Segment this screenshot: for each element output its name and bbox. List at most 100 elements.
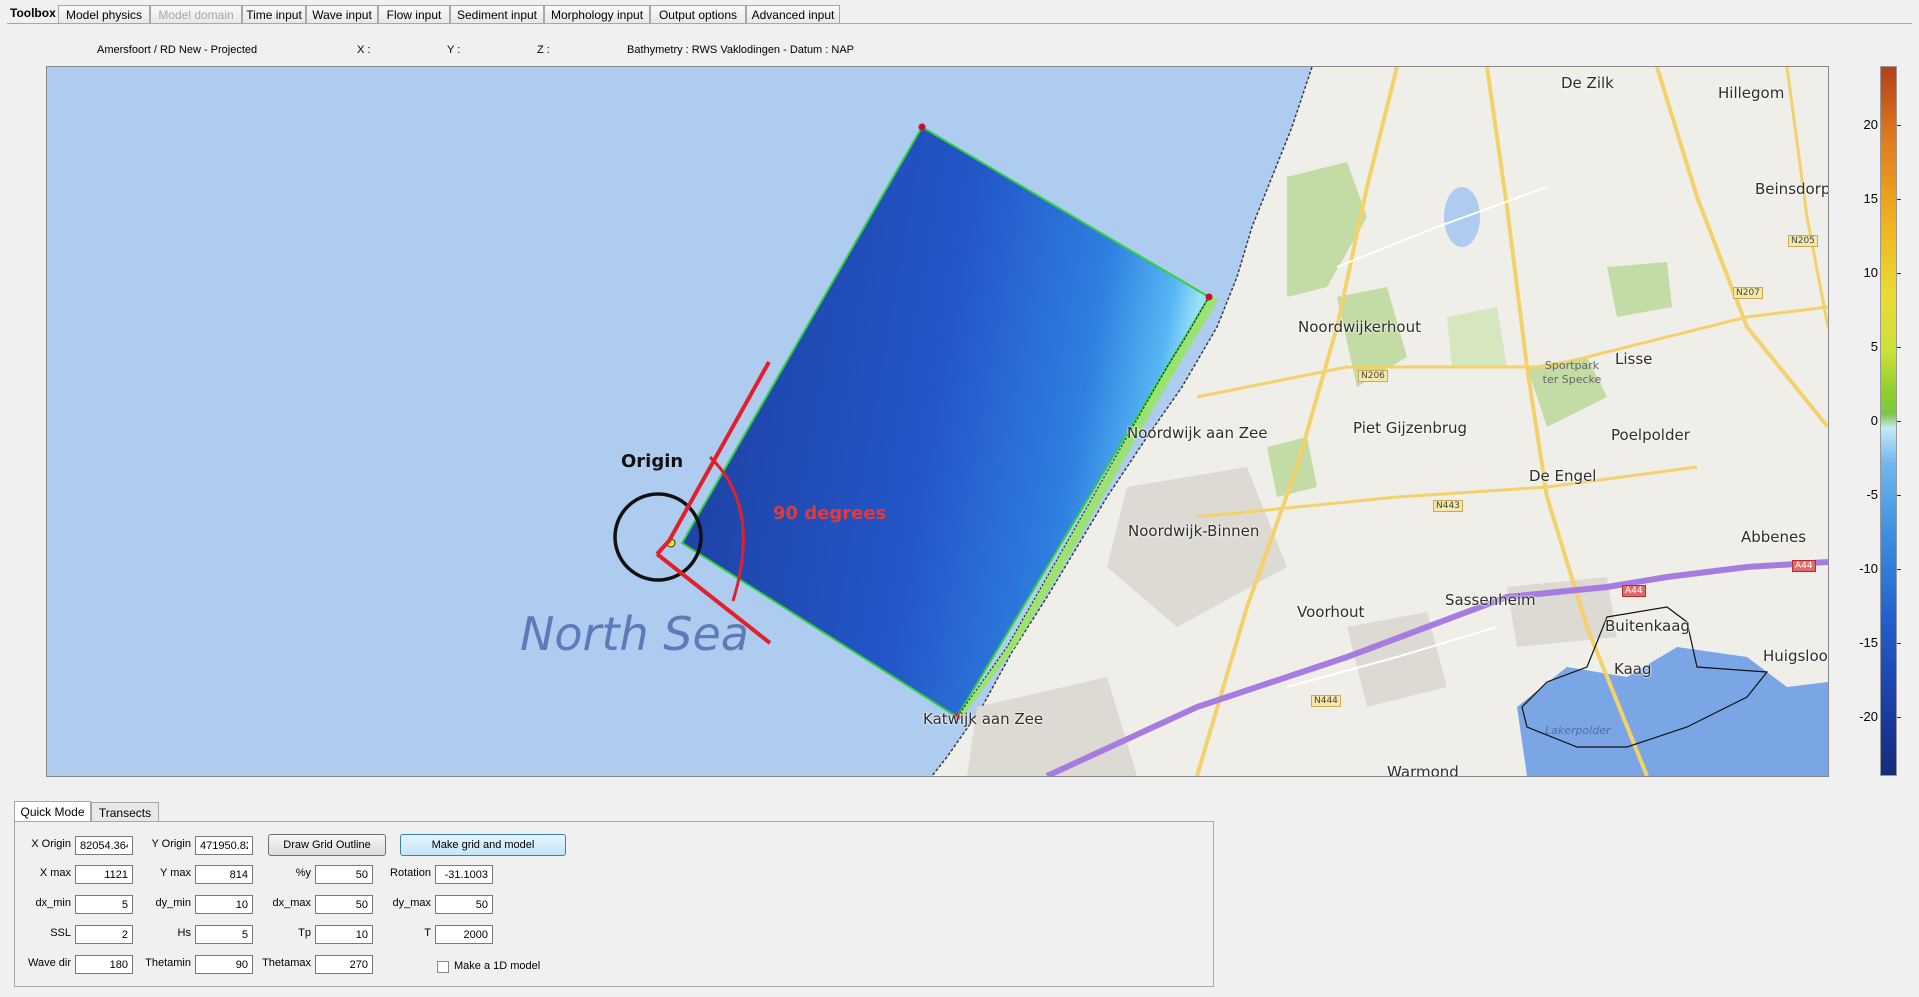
town-label: Noordwijkerhout [1298,318,1421,336]
x-origin-field[interactable] [75,836,133,855]
colorbar-tick-mark [1897,494,1901,496]
sea-label: North Sea [520,607,749,661]
town-label: Piet Gijzenbrug [1353,419,1468,437]
tab-sediment-input[interactable]: Sediment input [450,5,544,24]
colorbar-tick-mark [1897,642,1901,644]
tab-flow-input[interactable]: Flow input [378,5,450,24]
dx-min-label: dx_min [35,897,71,909]
dx-max-label: dx_max [272,897,311,909]
y-origin-label: Y Origin [151,838,191,850]
colorbar-tick-mark [1897,347,1901,349]
y-coordinate-label: Y : [447,44,461,56]
colorbar-tick-mark [1897,273,1901,275]
x-max-field[interactable] [75,865,133,884]
quick-mode-panel: X Origin Y Origin Draw Grid Outline Make… [14,821,1214,987]
hs-field[interactable] [195,925,253,944]
town-label: Poelpolder [1611,426,1690,444]
town-label: Kaag [1614,660,1652,678]
colorbar-tick-label: 0 [1870,413,1878,428]
wave-dir-label: Wave dir [28,957,71,969]
z-coordinate-label: Z : [537,44,550,56]
pct-y-field[interactable] [315,865,373,884]
projection-label: Amersfoort / RD New - Projected [97,44,258,56]
colorbar-tick-mark [1897,199,1901,201]
thetamin-field[interactable] [195,955,253,974]
colorbar-tick-label: 15 [1863,191,1878,207]
tab-transects[interactable]: Transects [91,802,159,822]
pct-y-label: %y [295,867,311,879]
hs-label: Hs [177,927,191,939]
colorbar-tick-label: -15 [1859,634,1878,650]
tabbar-divider [7,23,1912,24]
tab-time-input[interactable]: Time input [242,5,306,24]
x-origin-label: X Origin [31,838,71,850]
dy-max-field[interactable] [435,895,493,914]
tab-quick-mode[interactable]: Quick Mode [14,801,91,823]
road-shield: A44 [1622,585,1646,597]
tab-model-domain[interactable]: Model domain [150,5,242,24]
town-label: Abbenes [1741,528,1807,546]
town-label: Warmond [1387,763,1459,777]
t-field[interactable] [435,925,493,944]
colorbar-tick-label: -20 [1859,708,1878,724]
colorbar-tick-label: -5 [1866,486,1878,502]
town-label: Noordwijk-Binnen [1128,522,1260,540]
town-label: Katwijk aan Zee [923,710,1044,728]
town-label: Huigsloot [1763,647,1829,665]
draw-grid-outline-button[interactable]: Draw Grid Outline [268,834,386,856]
make-grid-and-model-button[interactable]: Make grid and model [400,834,566,856]
wave-dir-field[interactable] [75,955,133,974]
dy-min-field[interactable] [195,895,253,914]
x-coordinate-label: X : [357,44,371,56]
town-label: Noordwijk aan Zee [1127,424,1268,442]
make-1d-model-checkbox[interactable] [437,961,449,973]
y-max-label: Y max [160,867,191,879]
road-shield: N207 [1733,287,1763,299]
tab-morphology-input[interactable]: Morphology input [544,5,650,24]
town-label: Lisse [1615,350,1653,368]
colorbar-tick-mark [1897,716,1901,718]
road-shield: N444 [1311,695,1341,707]
dy-max-label: dy_max [392,897,431,909]
tab-model-physics[interactable]: Model physics [58,5,150,24]
bathymetry-label: Bathymetry : RWS Vaklodingen - Datum : N… [627,44,855,56]
x-max-label: X max [39,867,71,879]
angle-annotation: 90 degrees [773,503,887,524]
town-label: Buitenkaag [1605,617,1690,635]
tab-output-options[interactable]: Output options [650,5,746,24]
tab-advanced-input[interactable]: Advanced input [746,5,840,24]
town-label: Hillegom [1718,84,1785,102]
road-shield: N443 [1433,500,1463,512]
road-shield: A44 [1792,560,1816,572]
toolbox-title: Toolbox [10,6,56,20]
town-label: De Zilk [1561,74,1614,92]
ssl-label: SSL [50,927,71,939]
thetamax-field[interactable] [315,955,373,974]
town-label: De Engel [1529,467,1597,485]
y-max-field[interactable] [195,865,253,884]
map-canvas [613,67,1828,776]
dy-min-label: dy_min [155,897,191,909]
dx-max-field[interactable] [315,895,373,914]
town-label: Beinsdorp [1755,180,1829,198]
y-origin-field[interactable] [195,836,253,855]
thetamin-label: Thetamin [145,957,191,969]
colorbar-tick-mark [1897,568,1901,570]
colorbar-tick-label: 10 [1863,265,1878,281]
map-view[interactable]: North Sea Origin 90 degrees De Zilk Hill… [46,66,1829,777]
tab-wave-input[interactable]: Wave input [306,5,378,24]
dx-min-field[interactable] [75,895,133,914]
colorbar-tick-label: 5 [1870,339,1878,355]
rotation-label: Rotation [390,867,431,879]
origin-annotation: Origin [621,451,684,472]
town-label: Sportpark ter Specke [1542,359,1602,386]
grid-corner-marker [1205,293,1213,301]
road-shield: N205 [1788,235,1818,247]
town-label: Lakerpolder [1545,724,1611,737]
rotation-field[interactable] [435,865,493,884]
thetamax-label: Thetamax [262,957,311,969]
colorbar-tick-label: 20 [1863,117,1878,133]
tp-field[interactable] [315,925,373,944]
town-label: Sassenheim [1445,591,1536,609]
ssl-field[interactable] [75,925,133,944]
